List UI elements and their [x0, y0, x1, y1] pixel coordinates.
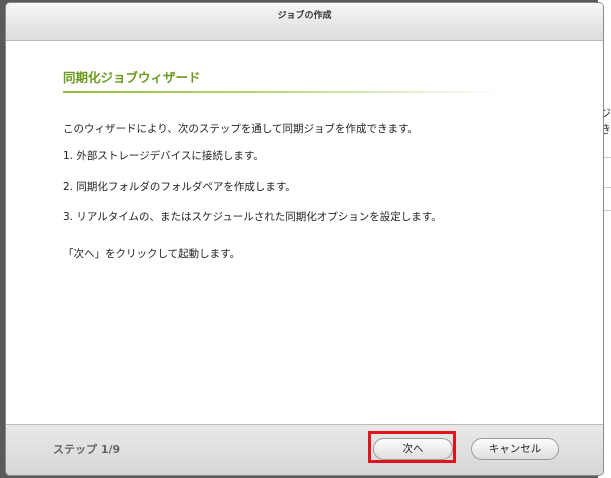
wizard-content: 同期化ジョブウィザード このウィザードにより、次のステップを通して同期ジョブを作… [6, 41, 603, 425]
wizard-title: 同期化ジョブウィザード [63, 70, 201, 85]
step-item-3: 3. リアルタイムの、またはスケジュールされた同期化オプションを設定します。 [63, 211, 442, 223]
step-item-2: 2. 同期化フォルダのフォルダペアを作成します。 [63, 181, 296, 193]
title-divider [63, 91, 503, 93]
instruction-text: 「次へ」をクリックして起動します。 [63, 248, 241, 260]
dialog-footer: ステップ 1/9 次へ キャンセル [6, 424, 603, 475]
step-item-1: 1. 外部ストレージデバイスに接続します。 [63, 150, 264, 162]
next-button[interactable]: 次へ [373, 438, 453, 460]
dialog-title: ジョブの作成 [6, 3, 603, 41]
intro-text: このウィザードにより、次のステップを通して同期ジョブを作成できます。 [63, 123, 419, 135]
step-indicator: ステップ 1/9 [53, 443, 121, 456]
cancel-button[interactable]: キャンセル [471, 438, 559, 460]
create-job-dialog: ジョブの作成 同期化ジョブウィザード このウィザードにより、次のステップを通して… [5, 2, 604, 476]
